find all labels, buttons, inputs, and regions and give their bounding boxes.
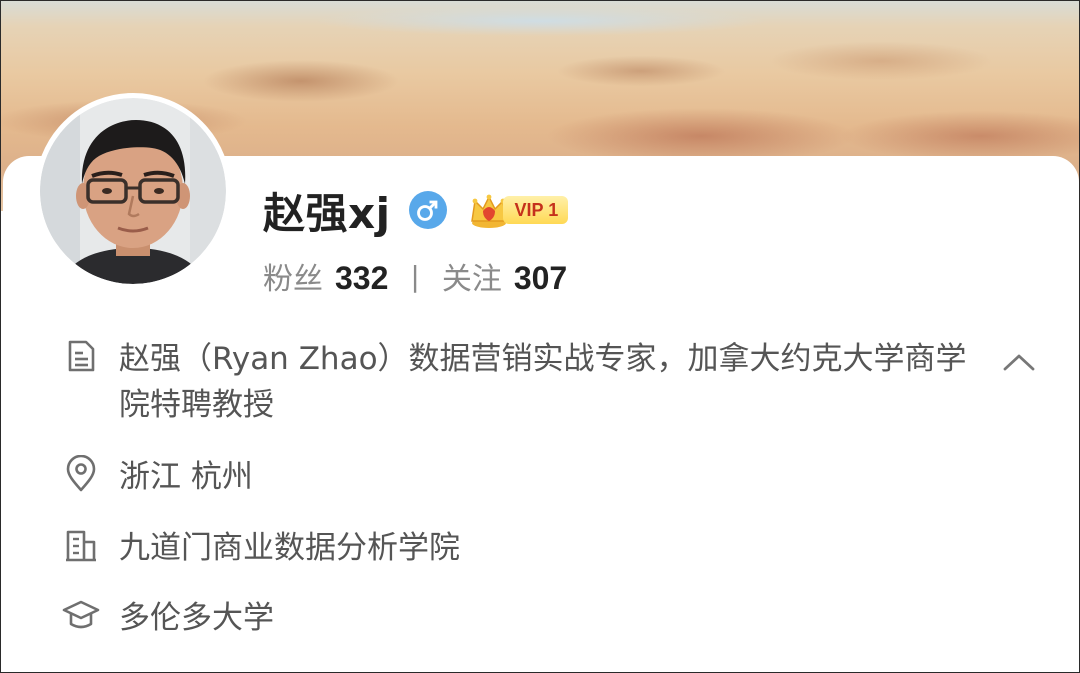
building-icon	[61, 525, 101, 565]
vip-badge[interactable]: VIP 1	[469, 191, 569, 229]
male-icon	[408, 191, 447, 229]
graduation-cap-icon	[61, 595, 101, 635]
profile-screen: 赵强xj VIP 1 粉丝 332 | 关注 307 赵强（Ryan Zhao）…	[0, 0, 1080, 673]
document-icon	[61, 336, 101, 376]
company-row: 九道门商业数据分析学院	[61, 525, 460, 571]
followers-count: 332	[335, 260, 389, 296]
following-count: 307	[513, 260, 568, 296]
user-name: 赵强xj	[263, 188, 391, 238]
followers-stat[interactable]: 粉丝 332	[263, 254, 388, 298]
following-stat[interactable]: 关注 307	[442, 254, 567, 298]
stat-separator: |	[410, 259, 420, 293]
company-text: 九道门商业数据分析学院	[119, 530, 460, 566]
chevron-up-icon[interactable]	[996, 339, 1042, 385]
vip-level-label: VIP 1	[502, 196, 569, 224]
name-row: 赵强xj VIP 1	[263, 179, 569, 241]
bio-text: 赵强（Ryan Zhao）数据营销实战专家，加拿大约克大学商学院特聘教授	[119, 341, 967, 423]
location-pin-icon	[61, 454, 101, 494]
follow-stats: 粉丝 332 | 关注 307	[263, 253, 567, 299]
following-label: 关注	[441, 262, 502, 297]
avatar[interactable]	[35, 93, 231, 289]
followers-label: 粉丝	[263, 262, 323, 297]
school-row: 多伦多大学	[61, 595, 274, 641]
location-row: 浙江 杭州	[61, 454, 253, 500]
school-text: 多伦多大学	[119, 600, 274, 636]
location-text: 浙江 杭州	[119, 459, 253, 495]
bio-row[interactable]: 赵强（Ryan Zhao）数据营销实战专家，加拿大约克大学商学院特聘教授	[61, 336, 979, 428]
